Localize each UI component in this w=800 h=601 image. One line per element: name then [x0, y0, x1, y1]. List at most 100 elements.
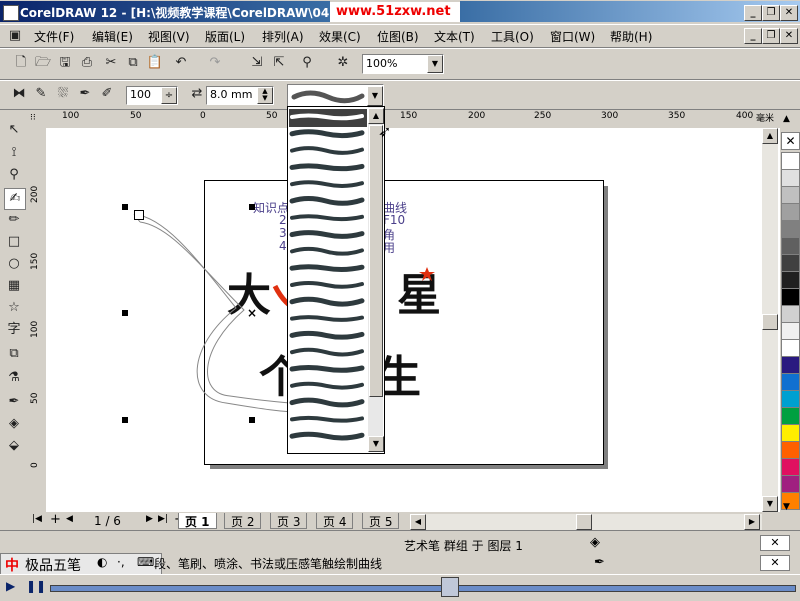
brush-mode-icon[interactable]: ✎	[32, 85, 50, 103]
basic-shapes-tool-icon[interactable]: ☆	[4, 298, 24, 318]
page-tab-3[interactable]: 页 3	[270, 513, 308, 529]
new-icon[interactable]: 🗋	[12, 54, 30, 72]
vertical-ruler[interactable]: 200 150 100 50 0	[28, 128, 47, 512]
selection-handle[interactable]	[122, 204, 128, 210]
restore-button[interactable]: ❐	[762, 5, 780, 21]
menu-help[interactable]: 帮助(H)	[610, 28, 652, 45]
doc-restore-button[interactable]: ❐	[762, 28, 780, 44]
ime-toolbar[interactable]: 中 极品五笔 ◐ ·, ⌨	[0, 553, 162, 575]
brush-preset-item[interactable]	[289, 163, 365, 172]
canvas-horizontal-scrollbar[interactable]: ◀ ▶	[410, 514, 762, 530]
brush-preset-item[interactable]	[289, 230, 365, 239]
page-tab-4[interactable]: 页 4	[316, 513, 354, 529]
color-swatch[interactable]	[781, 254, 800, 272]
fill-tool-icon[interactable]: ◈	[4, 414, 24, 434]
brush-preset-item[interactable]	[289, 431, 365, 441]
play-icon[interactable]: ▶	[6, 579, 15, 593]
horizontal-ruler[interactable]: 100 50 0 50 150 200 250 300 350 400 毫米	[46, 110, 780, 129]
shape-tool-icon[interactable]: ⟟	[4, 143, 24, 163]
color-swatch[interactable]	[781, 152, 800, 170]
brush-stroke-dropdown[interactable]: ▲ ▼	[287, 106, 385, 454]
brush-preset-item[interactable]	[289, 196, 365, 206]
color-swatch[interactable]	[781, 169, 800, 187]
brush-preset-item[interactable]	[290, 146, 364, 155]
menu-layout[interactable]: 版面(L)	[205, 28, 245, 45]
eyedropper-tool-icon[interactable]: ⚗	[4, 368, 24, 388]
outline-status-icon[interactable]: ✒	[594, 555, 605, 570]
brush-preset-item[interactable]	[290, 180, 364, 188]
scroll-right-icon[interactable]: ▶	[744, 514, 760, 530]
vscroll-thumb[interactable]	[762, 314, 778, 330]
pause-icon[interactable]: ❚❚	[26, 579, 46, 593]
color-swatch[interactable]	[781, 475, 800, 493]
first-page-icon[interactable]: |◀	[32, 514, 42, 524]
smoothing-input[interactable]: 100 ÷	[126, 86, 178, 105]
selection-handle[interactable]	[249, 204, 255, 210]
menu-text[interactable]: 文本(T)	[434, 28, 475, 45]
import-icon[interactable]: ⇲	[248, 54, 266, 72]
brush-preset-list[interactable]	[288, 107, 368, 453]
brush-preset-item[interactable]	[290, 246, 364, 256]
scroll-up-icon[interactable]: ▲	[762, 128, 778, 144]
color-swatch[interactable]	[781, 441, 800, 459]
next-page-icon[interactable]: ▶	[146, 514, 153, 524]
scroll-down-icon[interactable]: ▼	[762, 496, 778, 512]
selection-handle[interactable]	[249, 417, 255, 423]
brush-stroke-list[interactable]: ▼	[287, 84, 384, 108]
brush-preset-item[interactable]	[289, 365, 365, 373]
brush-preset-item[interactable]	[289, 129, 365, 139]
dropdown-scroll-thumb[interactable]	[369, 125, 383, 397]
menu-window[interactable]: 窗口(W)	[550, 28, 595, 45]
brush-preset-item[interactable]	[289, 330, 365, 340]
brush-dropdown-arrow-icon[interactable]: ▼	[367, 86, 383, 106]
page-tab-5[interactable]: 页 5	[362, 513, 400, 529]
zoom-tool-icon[interactable]: ⚲	[4, 165, 24, 185]
last-page-icon[interactable]: ▶|	[158, 514, 168, 524]
brush-preset-item[interactable]	[289, 397, 365, 408]
brush-preset-item[interactable]	[289, 296, 365, 307]
hscroll-thumb[interactable]	[576, 514, 592, 530]
canvas-vertical-scrollbar[interactable]: ▲ ▼	[762, 128, 778, 512]
outline-tool-icon[interactable]: ✒	[4, 392, 24, 412]
calligraphic-mode-icon[interactable]: ✒	[76, 85, 94, 103]
outline-none-swatch[interactable]: ✕	[760, 555, 790, 571]
color-swatch[interactable]	[781, 220, 800, 238]
page-tab-2[interactable]: 页 2	[224, 513, 262, 529]
doc-close-button[interactable]: ✕	[780, 28, 798, 44]
stroke-width-spinner[interactable]: ▲ ▼	[257, 87, 273, 104]
seek-track[interactable]	[50, 585, 796, 592]
redo-icon[interactable]: ↷	[206, 54, 224, 72]
color-swatch[interactable]	[781, 322, 800, 340]
interactive-blend-tool-icon[interactable]: ⧉	[4, 344, 24, 364]
rectangle-tool-icon[interactable]: □	[4, 232, 24, 252]
palette-scroll-up-icon[interactable]: ▲	[783, 114, 790, 124]
close-button[interactable]: ✕	[780, 5, 798, 21]
ellipse-tool-icon[interactable]: ○	[4, 254, 24, 274]
zoom-level-combo[interactable]: 100% ▼	[362, 54, 444, 74]
doc-minimize-button[interactable]: _	[744, 28, 762, 44]
ime-punct-icon[interactable]: ·,	[117, 555, 125, 569]
open-icon[interactable]: 🗁	[34, 54, 52, 72]
color-swatch[interactable]	[781, 407, 800, 425]
brush-preset-item[interactable]	[290, 415, 364, 423]
menu-bitmaps[interactable]: 位图(B)	[377, 28, 419, 45]
interactive-fill-tool-icon[interactable]: ⬙	[4, 436, 24, 456]
copy-icon[interactable]: ⧉	[124, 54, 142, 72]
color-swatch[interactable]	[781, 237, 800, 255]
menu-arrange[interactable]: 排列(A)	[262, 28, 304, 45]
color-swatch[interactable]	[781, 339, 800, 357]
palette-scroll-down-icon[interactable]: ▼	[783, 502, 790, 512]
stroke-width-input[interactable]: 8.0 mm ▲ ▼	[206, 86, 274, 105]
ruler-origin[interactable]: ⁝⁝	[28, 110, 46, 128]
pressure-mode-icon[interactable]: ✐	[98, 85, 116, 103]
print-icon[interactable]: ⎙	[78, 54, 96, 72]
brush-preset-item[interactable]	[289, 264, 365, 272]
paste-icon[interactable]: 📋	[146, 54, 164, 72]
fill-none-swatch[interactable]: ✕	[760, 535, 790, 551]
brush-preset-item[interactable]	[290, 381, 364, 390]
selection-handle[interactable]	[122, 417, 128, 423]
menu-file[interactable]: 文件(F)	[34, 28, 74, 45]
dropdown-scrollbar[interactable]: ▲ ▼	[368, 107, 384, 452]
color-swatch[interactable]	[781, 356, 800, 374]
cut-icon[interactable]: ✂	[102, 54, 120, 72]
